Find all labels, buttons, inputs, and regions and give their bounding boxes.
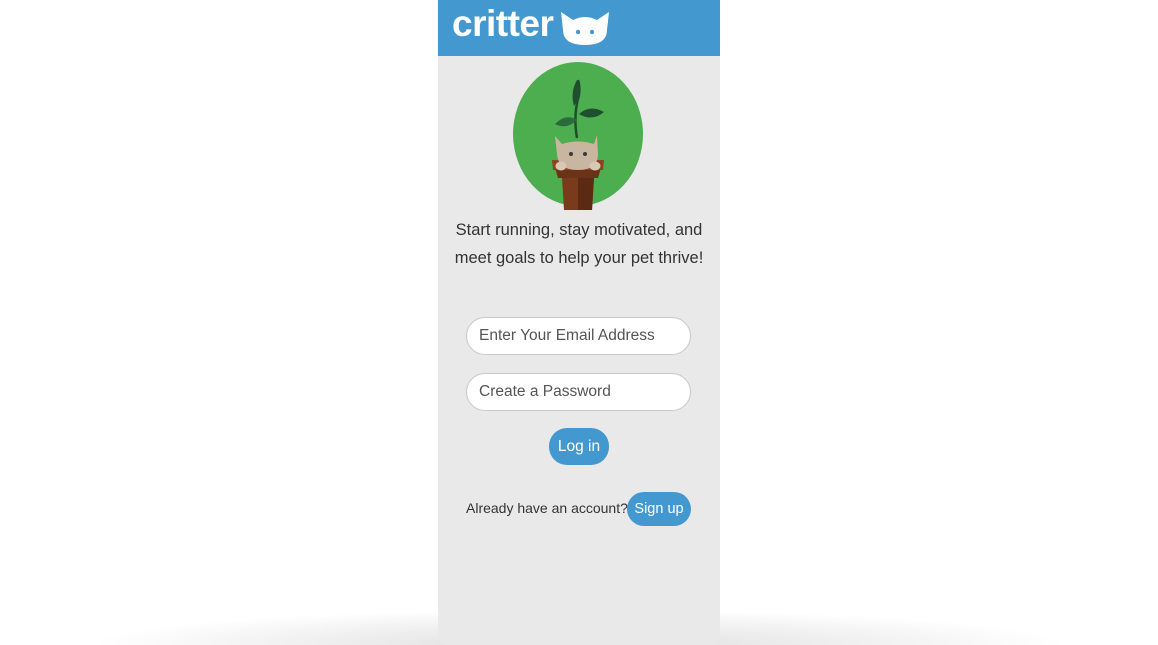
already-have-account-text: Already have an account?	[466, 500, 628, 516]
email-field[interactable]	[466, 317, 691, 355]
app-header: critter	[438, 0, 720, 56]
logo-text: critter	[452, 3, 554, 44]
signup-button[interactable]: Sign up	[627, 492, 691, 526]
cat-face-icon	[561, 12, 609, 45]
app-screen: critter Start running, stay motivated, a…	[438, 0, 720, 645]
password-field[interactable]	[466, 373, 691, 411]
tagline: Start running, stay motivated, and meet …	[454, 221, 704, 267]
login-button[interactable]: Log in	[549, 428, 609, 465]
cat-in-flower-pot-illustration	[513, 62, 643, 210]
